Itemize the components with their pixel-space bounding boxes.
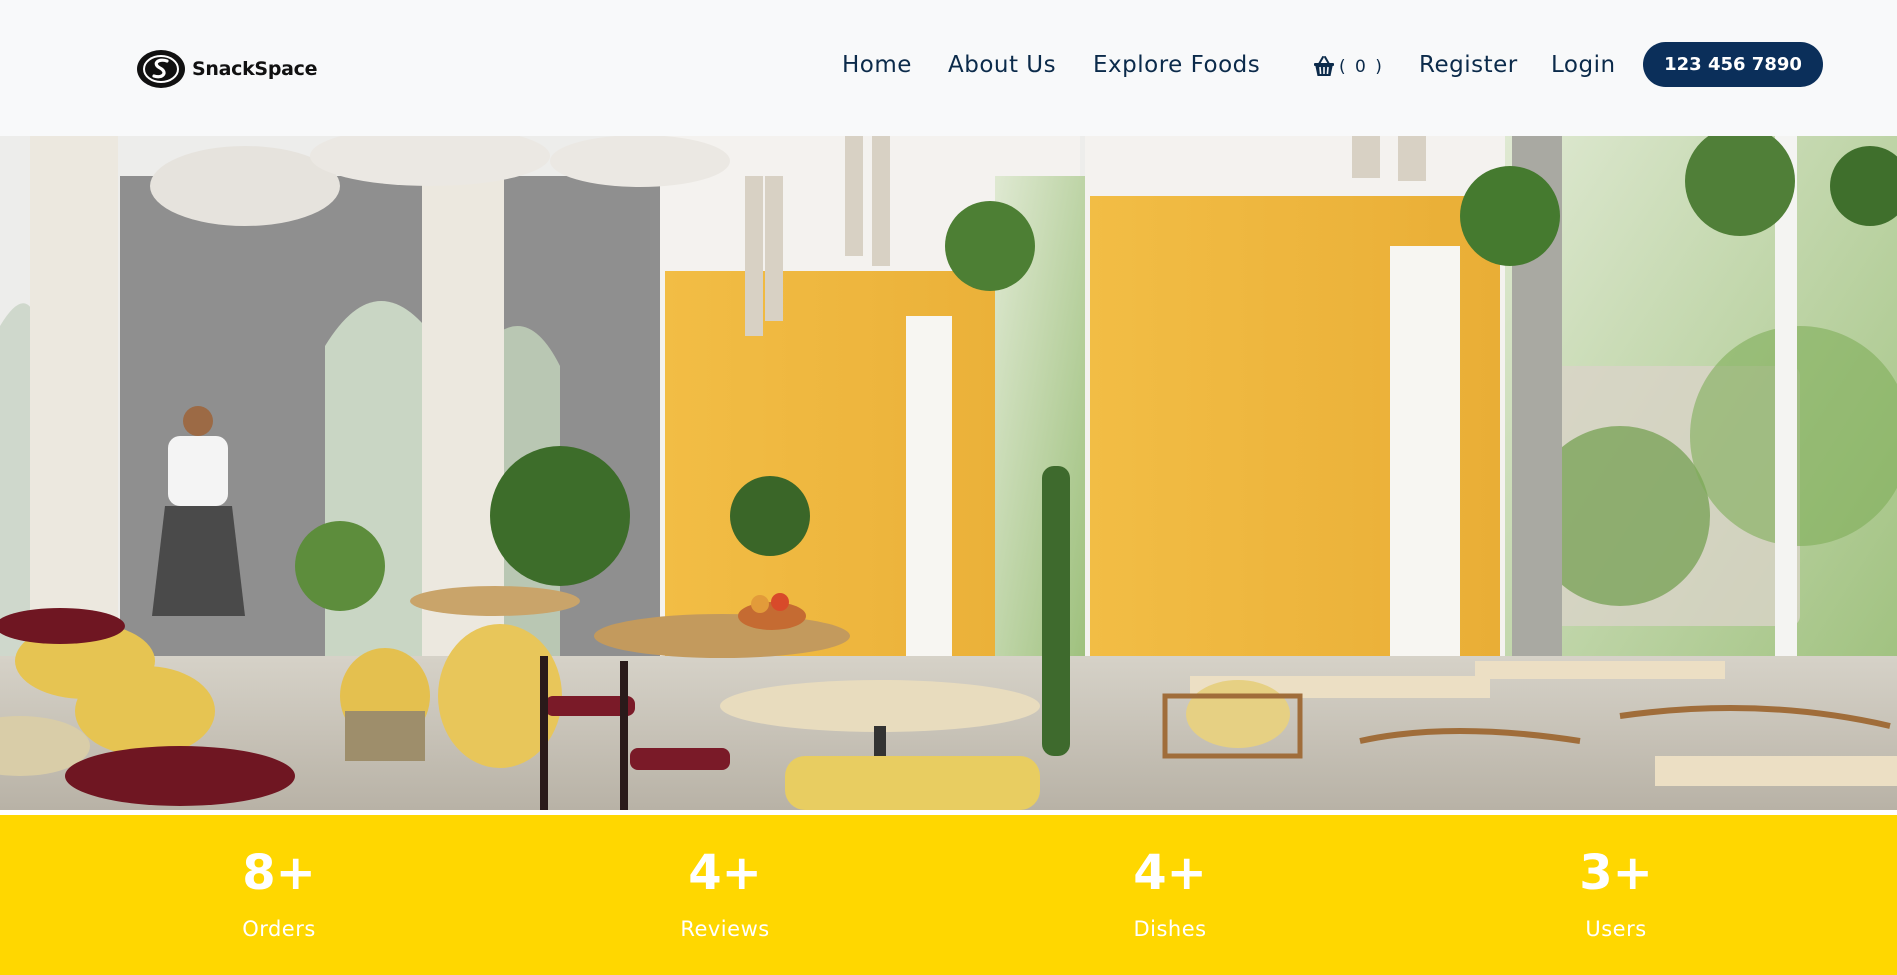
stat-label: Users — [1585, 917, 1647, 941]
stat-value: 8+ — [242, 845, 316, 901]
stat-dishes: 4+ Dishes — [1040, 815, 1300, 941]
navbar: SnackSpace Home About Us Explore Foods (… — [0, 0, 1897, 136]
stat-label: Reviews — [680, 917, 770, 941]
main-nav: Home About Us Explore Foods ( 0 ) Regist… — [0, 52, 1897, 86]
hero-image — [0, 136, 1897, 810]
cart-button[interactable]: ( 0 ) — [1311, 54, 1384, 80]
nav-register-link[interactable]: Register — [1419, 52, 1518, 78]
stat-label: Orders — [242, 917, 316, 941]
basket-icon — [1314, 56, 1334, 76]
stat-value: 4+ — [1133, 845, 1207, 901]
cart-count: ( 0 ) — [1339, 57, 1384, 77]
stat-orders: 8+ Orders — [149, 815, 409, 941]
stat-users: 3+ Users — [1486, 815, 1746, 941]
nav-about-us-link[interactable]: About Us — [948, 52, 1056, 78]
stat-value: 4+ — [688, 845, 762, 901]
nav-home-link[interactable]: Home — [842, 52, 912, 78]
nav-login-link[interactable]: Login — [1551, 52, 1616, 78]
phone-number-button[interactable]: 123 456 7890 — [1643, 42, 1823, 87]
nav-explore-foods-link[interactable]: Explore Foods — [1093, 52, 1260, 78]
stats-strip: 8+ Orders 4+ Reviews 4+ Dishes 3+ Users — [0, 815, 1897, 975]
stat-label: Dishes — [1133, 917, 1207, 941]
stat-value: 3+ — [1579, 845, 1653, 901]
restaurant-interior-illustration — [0, 136, 1897, 810]
stat-reviews: 4+ Reviews — [595, 815, 855, 941]
